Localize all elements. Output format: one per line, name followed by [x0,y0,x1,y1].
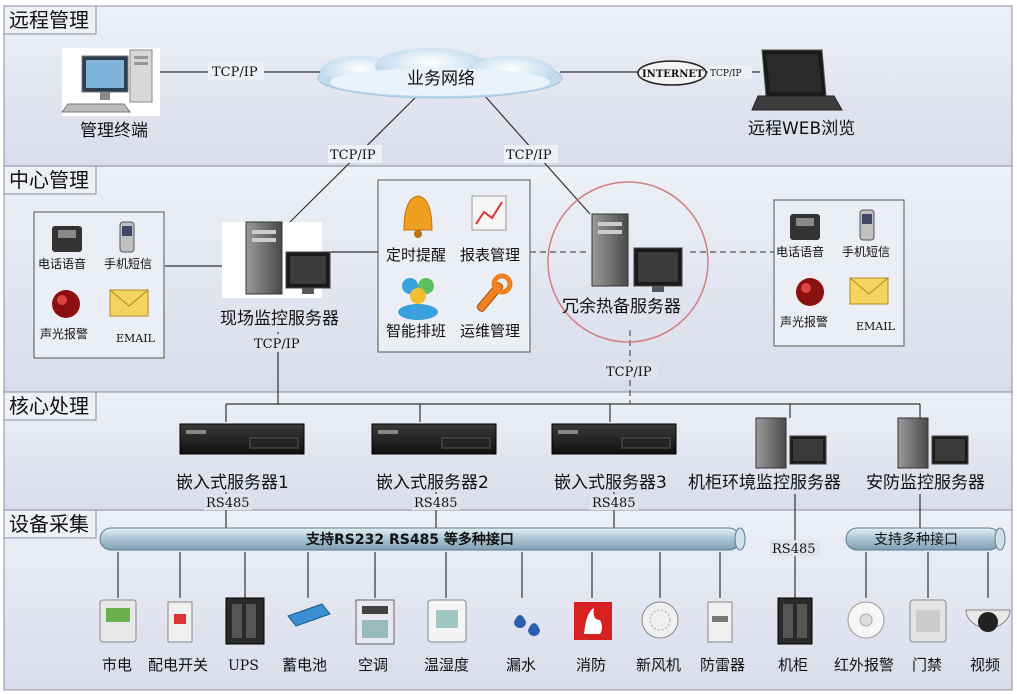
embedded-server-1-icon [179,423,305,455]
device-label-0: 市电 [102,656,132,674]
mobile-phone-icon-right [859,209,875,241]
air-conditioner-icon [355,599,395,645]
rs485-1-label: RS485 [206,496,250,511]
right-phone-label: 电话语音 [776,244,824,259]
center-title: 中心管理 [9,168,89,192]
siren-icon-right [796,278,824,306]
timer-label: 定时提醒 [386,246,446,264]
device-label-9: 防雷器 [700,656,745,674]
schedule-label: 智能排班 [386,322,446,340]
left-siren-label: 声光报警 [40,326,88,341]
terminal-label: 管理终端 [80,121,148,141]
thermometer-hygrometer-icon [427,599,467,643]
core-section [3,391,1013,511]
site-server-icon [222,221,331,298]
ups-icon [225,597,265,645]
siren-icon [52,290,80,318]
architecture-diagram: 远程管理 中心管理 核心处理 设备采集 管理终端 业务网络 INTERNET 远… [3,5,1013,691]
breaker-switch-icon [167,601,193,643]
tcp-down-left-label: TCP/IP [330,148,376,163]
tcp-backup-label: TCP/IP [606,365,652,380]
right-sms-label: 手机短信 [842,245,890,259]
tcp-left-label: TCP/IP [212,65,258,80]
cabinet-server-label: 机柜环境监控服务器 [688,473,841,493]
main-bus-label: 支持RS232 RS485 等多种接口 [305,531,514,548]
device-label-12: 门禁 [912,656,942,674]
section-title-remote: 远程管理 [3,5,97,35]
power-meter-icon [99,599,137,643]
device-label-13: 视频 [970,656,1000,674]
rs485-2-label: RS485 [414,496,458,511]
device-label-6: 漏水 [506,656,536,674]
device-label-1: 配电开关 [148,656,208,674]
left-sms-label: 手机短信 [104,257,152,271]
right-siren-label: 声光报警 [780,314,828,329]
device-label-5: 温湿度 [424,656,469,674]
tcp-site-label: TCP/IP [254,337,300,352]
embedded-server-2-label: 嵌入式服务器2 [376,473,489,493]
site-server-label: 现场监控服务器 [220,309,339,329]
cabinet-icon [777,597,813,645]
secondary-bus-label: 支持多种接口 [874,531,958,548]
tcp-down-right-label: TCP/IP [506,148,552,163]
device-label-11: 红外报警 [834,656,894,674]
internet-label: INTERNET [642,69,704,80]
embedded-server-2-icon [371,423,497,455]
business-network-label: 业务网络 [407,69,475,89]
security-server-label: 安防监控服务器 [866,473,985,493]
email-icon-right [849,277,889,305]
right-email-label: EMAIL [856,320,896,333]
left-email-label: EMAIL [116,332,156,345]
fire-icon [574,602,612,640]
embedded-server-3-icon [551,423,677,455]
management-terminal [61,48,160,116]
left-phone-label: 电话语音 [38,256,86,271]
phone-icon [52,226,82,252]
device-label-10: 机柜 [778,656,808,674]
device-label-4: 空调 [358,656,388,674]
core-title: 核心处理 [9,394,89,418]
section-title-core: 核心处理 [3,391,97,421]
email-icon [109,289,149,317]
lightning-arrester-icon [707,601,733,643]
infrared-alarm-icon [847,601,885,639]
section-title-center: 中心管理 [3,165,97,195]
backup-server-label: 冗余热备服务器 [562,297,681,317]
rs485-4-label: RS485 [772,542,816,557]
remote-title: 远程管理 [9,8,89,32]
report-icon [471,195,507,231]
ops-label: 运维管理 [460,322,520,340]
diagram-stage: 远程管理 中心管理 核心处理 设备采集 管理终端 业务网络 INTERNET 远… [0,0,1020,694]
report-label: 报表管理 [460,246,520,264]
tcp-right-label: TCP/IP [710,69,742,79]
section-title-device: 设备采集 [3,509,97,539]
mobile-phone-icon [119,221,135,253]
device-label-2: UPS [228,658,259,674]
access-control-icon [909,599,947,643]
web-browse-label: 远程WEB浏览 [748,119,855,139]
device-label-8: 新风机 [636,656,681,674]
rs485-3-label: RS485 [592,496,636,511]
embedded-server-3-label: 嵌入式服务器3 [554,473,667,493]
embedded-server-1-label: 嵌入式服务器1 [176,473,289,493]
device-label-3: 蓄电池 [282,656,327,674]
device-title: 设备采集 [9,512,89,536]
device-label-7: 消防 [576,656,606,674]
fresh-air-fan-icon [641,601,679,639]
phone-icon-right [790,214,820,240]
